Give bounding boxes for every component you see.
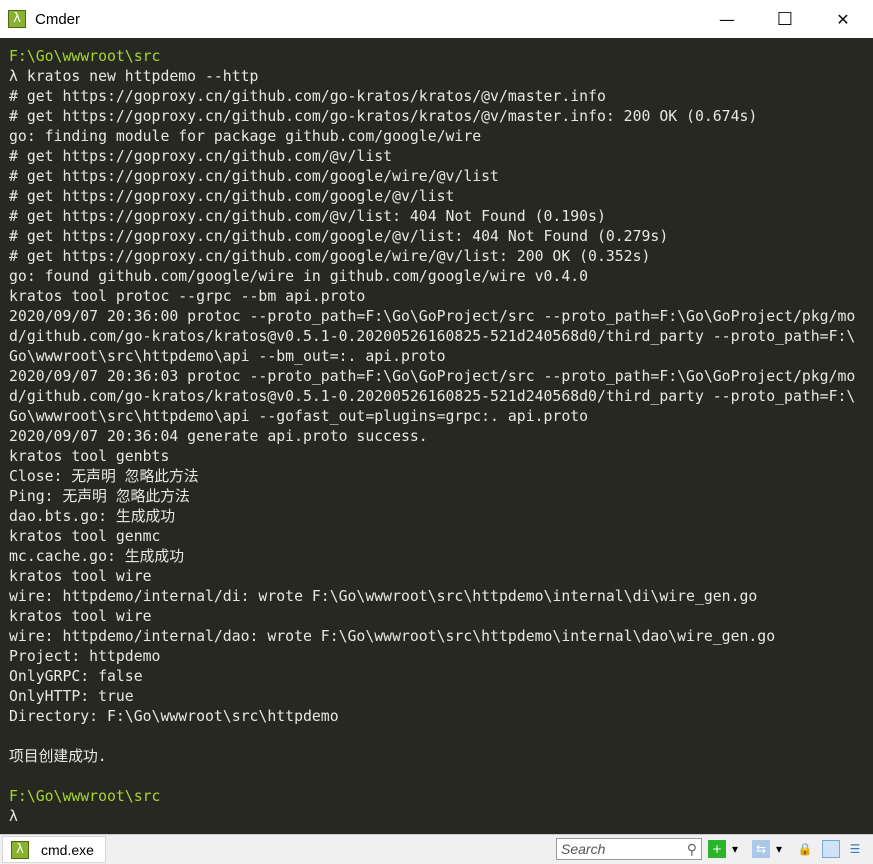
- new-console-icon[interactable]: +: [708, 840, 726, 858]
- prompt-path: F:\Go\wwwroot\src: [9, 48, 161, 65]
- terminal-line: # get https://goproxy.cn/github.com/@v/l…: [9, 208, 606, 225]
- terminal-line: Go\wwwroot\src\httpdemo\api --gofast_out…: [9, 408, 589, 425]
- split-view-icon[interactable]: [822, 840, 840, 858]
- terminal-line: wire: httpdemo/internal/dao: wrote F:\Go…: [9, 628, 776, 645]
- terminal-line: kratos tool protoc --grpc --bm api.proto: [9, 288, 366, 305]
- terminal-line: 2020/09/07 20:36:03 protoc --proto_path=…: [9, 368, 856, 385]
- terminal-line: Ping: 无声明 忽略此方法: [9, 488, 190, 505]
- terminal-line: 2020/09/07 20:36:04 generate api.proto s…: [9, 428, 428, 445]
- terminal-line: λ: [9, 808, 18, 825]
- status-bar: λ cmd.exe Search ⚲ + ▾ ⇆ ▾ 🔒 ☰: [0, 834, 873, 864]
- terminal-line: Go\wwwroot\src\httpdemo\api --bm_out=:. …: [9, 348, 446, 365]
- minimize-button[interactable]: —: [698, 0, 756, 38]
- new-console-dropdown-icon[interactable]: ▾: [730, 840, 740, 858]
- terminal-line: 2020/09/07 20:36:00 protoc --proto_path=…: [9, 308, 856, 325]
- terminal-line: kratos tool wire: [9, 608, 152, 625]
- tab-label: cmd.exe: [41, 841, 94, 858]
- close-button[interactable]: ✕: [814, 0, 872, 38]
- terminal-line: mc.cache.go: 生成成功: [9, 548, 184, 565]
- terminal-line: # get https://goproxy.cn/github.com/goog…: [9, 188, 455, 205]
- cmder-tab-icon: λ: [11, 840, 29, 859]
- search-icon[interactable]: ⚲: [687, 839, 697, 859]
- title-bar: λ Cmder — ☐ ✕: [0, 0, 873, 38]
- menu-icon[interactable]: ☰: [846, 840, 864, 858]
- tab-cmd[interactable]: λ cmd.exe: [2, 836, 106, 863]
- terminal-line: # get https://goproxy.cn/github.com/goog…: [9, 248, 651, 265]
- terminal-output[interactable]: F:\Go\wwwroot\src λ kratos new httpdemo -…: [0, 38, 873, 834]
- terminal-line: # get https://goproxy.cn/github.com/goog…: [9, 168, 499, 185]
- terminal-line: Directory: F:\Go\wwwroot\src\httpdemo: [9, 708, 339, 725]
- switch-console-icon[interactable]: ⇆: [752, 840, 770, 858]
- cmder-logo-icon: λ: [8, 10, 26, 28]
- terminal-line: Project: httpdemo: [9, 648, 161, 665]
- terminal-line: dao.bts.go: 生成成功: [9, 508, 176, 525]
- terminal-line: # get https://goproxy.cn/github.com/go-k…: [9, 108, 758, 125]
- switch-dropdown-icon[interactable]: ▾: [774, 840, 784, 858]
- lock-icon[interactable]: 🔒: [796, 840, 814, 858]
- terminal-line: wire: httpdemo/internal/di: wrote F:\Go\…: [9, 588, 758, 605]
- search-placeholder: Search: [561, 841, 606, 857]
- terminal-line: go: found github.com/google/wire in gith…: [9, 268, 589, 285]
- terminal-line: # get https://goproxy.cn/github.com/@v/l…: [9, 148, 393, 165]
- terminal-line: OnlyHTTP: true: [9, 688, 134, 705]
- terminal-line: kratos tool genbts: [9, 448, 170, 465]
- terminal-line: Close: 无声明 忽略此方法: [9, 468, 199, 485]
- terminal-line: λ kratos new httpdemo --http: [9, 68, 259, 85]
- terminal-line: # get https://goproxy.cn/github.com/goog…: [9, 228, 669, 245]
- terminal-line: go: finding module for package github.co…: [9, 128, 482, 145]
- terminal-line: OnlyGRPC: false: [9, 668, 143, 685]
- window-title: Cmder: [35, 10, 81, 28]
- terminal-line: # get https://goproxy.cn/github.com/go-k…: [9, 88, 606, 105]
- prompt-path: F:\Go\wwwroot\src: [9, 788, 161, 805]
- search-input[interactable]: Search ⚲: [556, 838, 702, 860]
- terminal-line: kratos tool wire: [9, 568, 152, 585]
- terminal-line: 项目创建成功.: [9, 748, 107, 765]
- terminal-line: d/github.com/go-kratos/kratos@v0.5.1-0.2…: [9, 328, 856, 345]
- maximize-button[interactable]: ☐: [756, 0, 814, 38]
- terminal-line: kratos tool genmc: [9, 528, 161, 545]
- terminal-line: d/github.com/go-kratos/kratos@v0.5.1-0.2…: [9, 388, 856, 405]
